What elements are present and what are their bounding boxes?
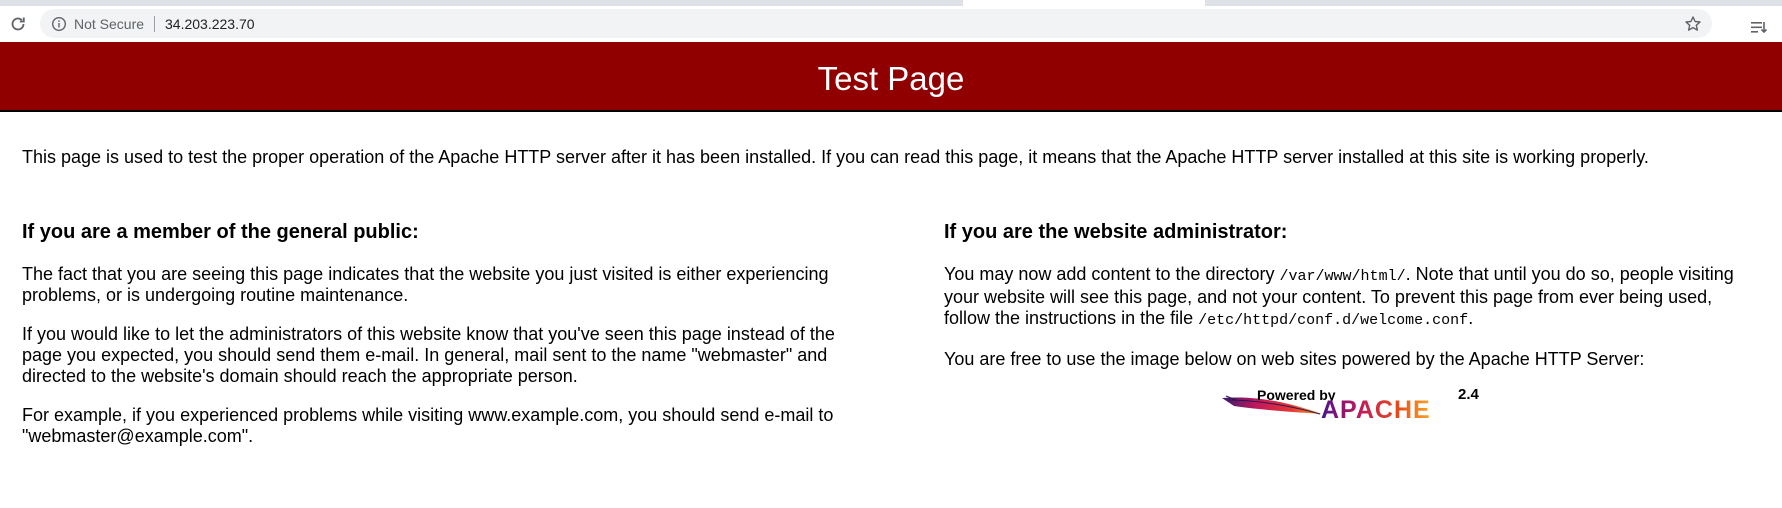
- public-paragraph-3: For example, if you experienced problems…: [22, 405, 834, 446]
- admin-heading: If you are the website administrator:: [944, 221, 1288, 243]
- address-separator: [154, 16, 155, 32]
- browser-toolbar: Not Secure 34.203.223.70: [0, 6, 1782, 42]
- admin-text-c: .: [1468, 308, 1474, 328]
- address-bar[interactable]: Not Secure 34.203.223.70: [40, 9, 1712, 38]
- content-directory-path: /var/www/html/: [1279, 268, 1406, 285]
- admin-paragraph-2: You are free to use the image below on w…: [944, 349, 1645, 369]
- info-icon[interactable]: [51, 16, 67, 32]
- admin-text-a: You may now add content to the directory: [944, 264, 1280, 284]
- reading-list-icon[interactable]: [1750, 19, 1768, 37]
- reload-icon[interactable]: [8, 14, 28, 34]
- public-section: If you are a member of the general publi…: [22, 220, 842, 465]
- public-heading: If you are a member of the general publi…: [22, 221, 419, 243]
- bookmark-star-icon[interactable]: [1684, 15, 1702, 33]
- public-paragraph-2: If you would like to let the administrat…: [22, 324, 835, 386]
- powered-by-apache-logo: Powered by 2.4 APACHE: [1222, 386, 1486, 420]
- title-banner: Test Page: [0, 42, 1782, 112]
- admin-section: If you are the website administrator: Yo…: [944, 220, 1744, 388]
- security-label: Not Secure: [74, 16, 145, 32]
- apache-wordmark: APACHE: [1321, 396, 1431, 420]
- admin-paragraph-1: You may now add content to the directory…: [944, 264, 1744, 331]
- apache-version: 2.4: [1458, 386, 1480, 403]
- page-title: Test Page: [817, 60, 965, 97]
- url-text[interactable]: 34.203.223.70: [165, 16, 255, 32]
- public-paragraph-1: The fact that you are seeing this page i…: [22, 264, 829, 305]
- welcome-conf-path: /etc/httpd/conf.d/welcome.conf: [1198, 312, 1469, 329]
- intro-text: This page is used to test the proper ope…: [22, 147, 1649, 167]
